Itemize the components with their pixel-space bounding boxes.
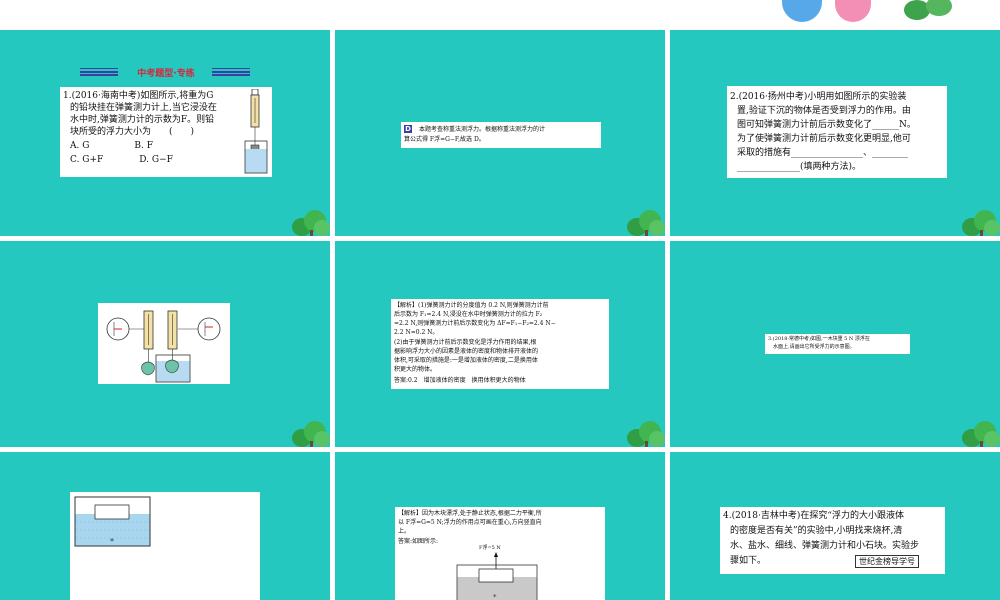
answer-badge: D <box>404 125 412 133</box>
tree-decoration-icon <box>292 419 330 447</box>
analysis-line: 积更大的物体。 <box>394 366 437 373</box>
question-card: 3.(2018·常德中考)如图,一木块重 5 N 漂浮在 水面上,请画出它所受浮… <box>765 334 910 354</box>
logo-fragment-pink <box>835 0 871 22</box>
section-heading-text: 中考题型·专练 <box>137 69 195 79</box>
question-card: 2.(2016·扬州中考)小明用如图所示的实验装 置,验证下沉的物体是否受到浮力… <box>727 86 947 178</box>
tree-decoration-icon <box>962 208 1000 236</box>
tree-decoration-icon <box>292 208 330 236</box>
question-line: 图可知弹簧测力计前后示数变化了______N。 <box>737 120 916 130</box>
question-line: ______________(填两种方法)。 <box>737 162 862 172</box>
question-line: 水中时,弹簧测力计的示数为F。则铅 <box>70 115 215 125</box>
svg-text:*: * <box>110 537 114 546</box>
analysis-line: 2.2 N=0.2 N。 <box>394 329 439 336</box>
slide-thumbnail-7[interactable]: * <box>0 452 330 600</box>
question-line: 骤如下。 <box>730 556 767 566</box>
analysis-line: 体积,可采取的措施是:一是增加液体的密度,二是换用体 <box>394 357 538 364</box>
question-card: 4.(2018·吉林中考)在探究“浮力的大小跟液体 的密度是否有关”的实验中,小… <box>720 507 945 574</box>
floating-block-force-figure: * <box>456 552 538 600</box>
slide-thumbnail-9[interactable]: 4.(2018·吉林中考)在探究“浮力的大小跟液体 的密度是否有关”的实验中,小… <box>670 452 1000 600</box>
figure-card: * <box>70 492 260 600</box>
question-line: 2.(2016·扬州中考)小明用如图所示的实验装 <box>730 92 907 102</box>
spring-scale-experiment-figure <box>106 310 221 383</box>
analysis-line: 上。 <box>398 528 411 535</box>
analysis-card: 【解析】因为木块漂浮,处于静止状态,根据二力平衡,所 以 F浮=G=5 N;浮力… <box>395 507 605 600</box>
analysis-line: 【解析】因为木块漂浮,处于静止状态,根据二力平衡,所 <box>398 510 542 517</box>
question-line: 置,验证下沉的物体是否受到浮力的作用。由 <box>737 106 911 116</box>
question-line: 采取的措施有________________、________ <box>737 148 909 158</box>
figure-card <box>98 303 230 384</box>
analysis-line: =2.2 N,则弹簧测力计前后示数变化为 ΔF=F₁−F₂=2.4 N− <box>394 320 556 327</box>
question-line: 块所受的浮力大小为 ( ) <box>70 127 195 137</box>
svg-text:*: * <box>493 593 497 600</box>
floating-block-figure: * <box>74 496 151 547</box>
logo-fragment-blue <box>782 0 822 22</box>
question-line: 水、盐水、细线、弹簧测力计和小石块。实验步 <box>730 541 920 551</box>
slide-thumbnail-8[interactable]: 【解析】因为木块漂浮,处于静止状态,根据二力平衡,所 以 F浮=G=5 N;浮力… <box>335 452 665 600</box>
analysis-line: 据影响浮力大小的因素是液体的密度和物体排开液体的 <box>394 348 539 355</box>
option-line: C. G+F D. G−F <box>70 155 173 165</box>
top-strip <box>0 0 1000 30</box>
tree-decoration-icon <box>627 419 665 447</box>
answer-card: D 本题考查称重法测浮力。根据称重法测浮力的计 算公式得 F浮=G−F,故选 D… <box>401 122 601 148</box>
question-line: 水面上,请画出它所受浮力的示意图。 <box>773 344 855 350</box>
answer-line: 答案:0.2 增加液体的密度 换用体积更大的物体 <box>394 377 526 384</box>
question-card: 1.(2016·海南中考)如图所示,将重为G 的铅块挂在弹簧测力计上,当它浸没在… <box>60 87 272 177</box>
source-stamp: 世纪金榜导学号 <box>855 555 919 568</box>
question-line: 的铅块挂在弹簧测力计上,当它浸没在 <box>70 103 217 113</box>
question-line: 3.(2018·常德中考)如图,一木块重 5 N 漂浮在 <box>768 336 870 342</box>
section-heading: 中考题型·专练 <box>80 66 250 79</box>
question-line: 4.(2018·吉林中考)在探究“浮力的大小跟液体 <box>723 511 904 521</box>
tree-decoration-icon <box>962 419 1000 447</box>
option-line: A. G B. F <box>70 141 153 151</box>
analysis-card: 【解析】(1)弹簧测力计的分度值为 0.2 N,则弹簧测力计前 后示数为 F₁=… <box>391 299 609 389</box>
analysis-line: 【解析】(1)弹簧测力计的分度值为 0.2 N,则弹簧测力计前 <box>394 302 549 309</box>
answer-line: 算公式得 F浮=G−F,故选 D。 <box>404 136 485 143</box>
slide-thumbnail-2[interactable]: D 本题考查称重法测浮力。根据称重法测浮力的计 算公式得 F浮=G−F,故选 D… <box>335 30 665 236</box>
question-line: 为了使弹簧测力计前后示数变化更明显,他可 <box>737 134 911 144</box>
analysis-line: 后示数为 F₁=2.4 N,浸没在水中时弹簧测力计的拉力 F₂ <box>394 311 543 318</box>
slide-thumbnail-4[interactable] <box>0 241 330 447</box>
tree-decoration-icon <box>926 0 952 16</box>
analysis-line: (2)由于弹簧测力计前后示数变化是浮力作用的结果,根 <box>394 339 537 346</box>
answer-line: 答案:如图所示: <box>398 538 439 545</box>
slide-thumbnail-1[interactable]: 中考题型·专练 1.(2016·海南中考)如图所示,将重为G 的铅块挂在弹簧测力… <box>0 30 330 236</box>
tree-decoration-icon <box>627 208 665 236</box>
question-line: 的密度是否有关”的实验中,小明找来烧杯,清 <box>730 526 903 536</box>
analysis-line: 以 F浮=G=5 N;浮力的作用点可画在重心,方向竖直向 <box>398 519 542 526</box>
spring-scale-beaker-figure <box>244 89 268 174</box>
slide-thumbnail-3[interactable]: 2.(2016·扬州中考)小明用如图所示的实验装 置,验证下沉的物体是否受到浮力… <box>670 30 1000 236</box>
slide-thumbnail-5[interactable]: 【解析】(1)弹簧测力计的分度值为 0.2 N,则弹簧测力计前 后示数为 F₁=… <box>335 241 665 447</box>
question-line: 1.(2016·海南中考)如图所示,将重为G <box>63 91 214 101</box>
slide-thumbnail-6[interactable]: 3.(2018·常德中考)如图,一木块重 5 N 漂浮在 水面上,请画出它所受浮… <box>670 241 1000 447</box>
answer-line: 本题考查称重法测浮力。根据称重法测浮力的计 <box>419 126 546 133</box>
